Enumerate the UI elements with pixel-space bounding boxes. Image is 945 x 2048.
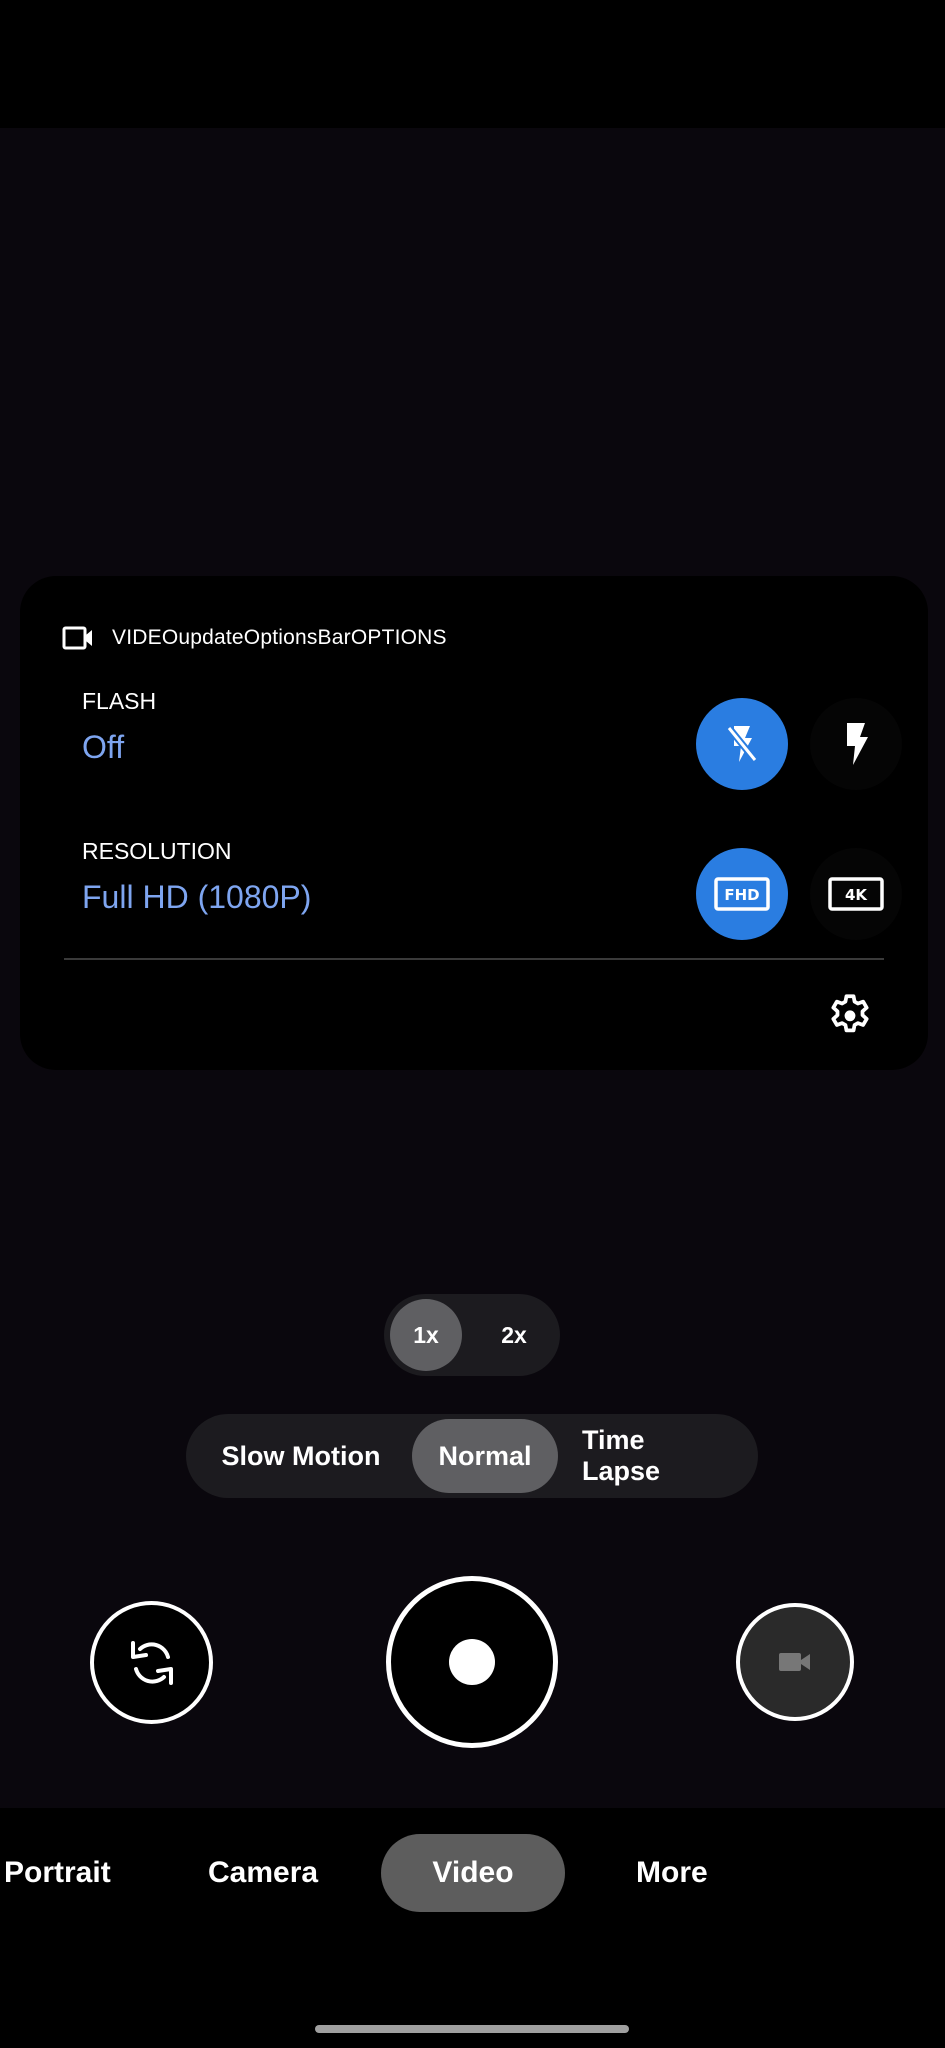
- zoom-selector: 1x 2x: [384, 1294, 560, 1376]
- panel-header: VIDEOupdateOptionsBarOPTIONS: [62, 626, 447, 650]
- record-button[interactable]: [386, 1576, 558, 1748]
- flash-option-row: FLASH Off: [82, 688, 902, 790]
- flash-options: [696, 698, 902, 790]
- resolution-options: FHD 4K: [696, 848, 902, 940]
- slow-motion-button[interactable]: Slow Motion: [190, 1419, 412, 1493]
- videocam-outline-icon: [62, 626, 92, 650]
- fhd-icon: FHD: [714, 877, 770, 911]
- flash-on-icon: [847, 723, 868, 765]
- flash-off-button[interactable]: [696, 698, 788, 790]
- camera-screen: VIDEOupdateOptionsBarOPTIONS FLASH Off R…: [0, 0, 945, 2048]
- panel-divider: [64, 958, 884, 960]
- panel-title: VIDEOupdateOptionsBarOPTIONS: [112, 626, 447, 649]
- zoom-2x-button[interactable]: 2x: [478, 1299, 550, 1371]
- gallery-thumbnail-button[interactable]: [736, 1603, 854, 1721]
- svg-text:FHD: FHD: [724, 886, 759, 904]
- tab-portrait[interactable]: Portrait: [4, 1834, 111, 1912]
- fhd-button[interactable]: FHD: [696, 848, 788, 940]
- 4k-button[interactable]: 4K: [810, 848, 902, 940]
- status-bar-area: [0, 0, 945, 128]
- time-lapse-button[interactable]: Time Lapse: [558, 1419, 754, 1493]
- camera-flip-icon: [130, 1640, 173, 1685]
- home-indicator[interactable]: [315, 2025, 629, 2033]
- settings-button[interactable]: [822, 988, 878, 1044]
- flip-camera-button[interactable]: [90, 1601, 213, 1724]
- tab-video[interactable]: Video: [381, 1834, 565, 1912]
- gear-icon: [831, 994, 869, 1033]
- videocam-icon: [779, 1653, 810, 1671]
- record-icon: [449, 1639, 495, 1685]
- capture-mode-selector: Slow Motion Normal Time Lapse: [186, 1414, 758, 1498]
- zoom-1x-button[interactable]: 1x: [390, 1299, 462, 1371]
- 4k-icon: 4K: [828, 877, 884, 911]
- tab-more[interactable]: More: [636, 1834, 708, 1912]
- flash-on-button[interactable]: [810, 698, 902, 790]
- svg-text:4K: 4K: [845, 886, 868, 904]
- flash-off-icon: [726, 725, 758, 763]
- tab-camera[interactable]: Camera: [208, 1834, 318, 1912]
- resolution-option-row: RESOLUTION Full HD (1080P) FHD 4K: [82, 838, 902, 940]
- video-options-panel: VIDEOupdateOptionsBarOPTIONS FLASH Off R…: [20, 576, 928, 1070]
- normal-button[interactable]: Normal: [412, 1419, 558, 1493]
- camera-mode-tabs: Portrait Camera Video More: [0, 1808, 945, 2048]
